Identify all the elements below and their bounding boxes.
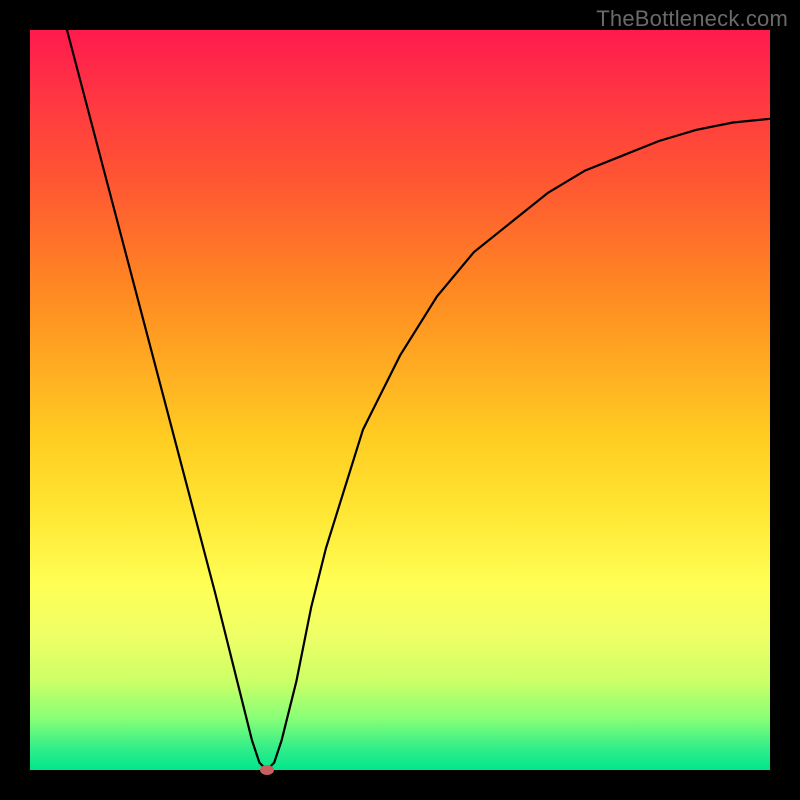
- bottleneck-curve: [67, 30, 770, 770]
- curve-svg: [30, 30, 770, 770]
- plot-area: [30, 30, 770, 770]
- curve-min-marker: [260, 765, 274, 775]
- watermark-text: TheBottleneck.com: [596, 6, 788, 32]
- chart-frame: TheBottleneck.com: [0, 0, 800, 800]
